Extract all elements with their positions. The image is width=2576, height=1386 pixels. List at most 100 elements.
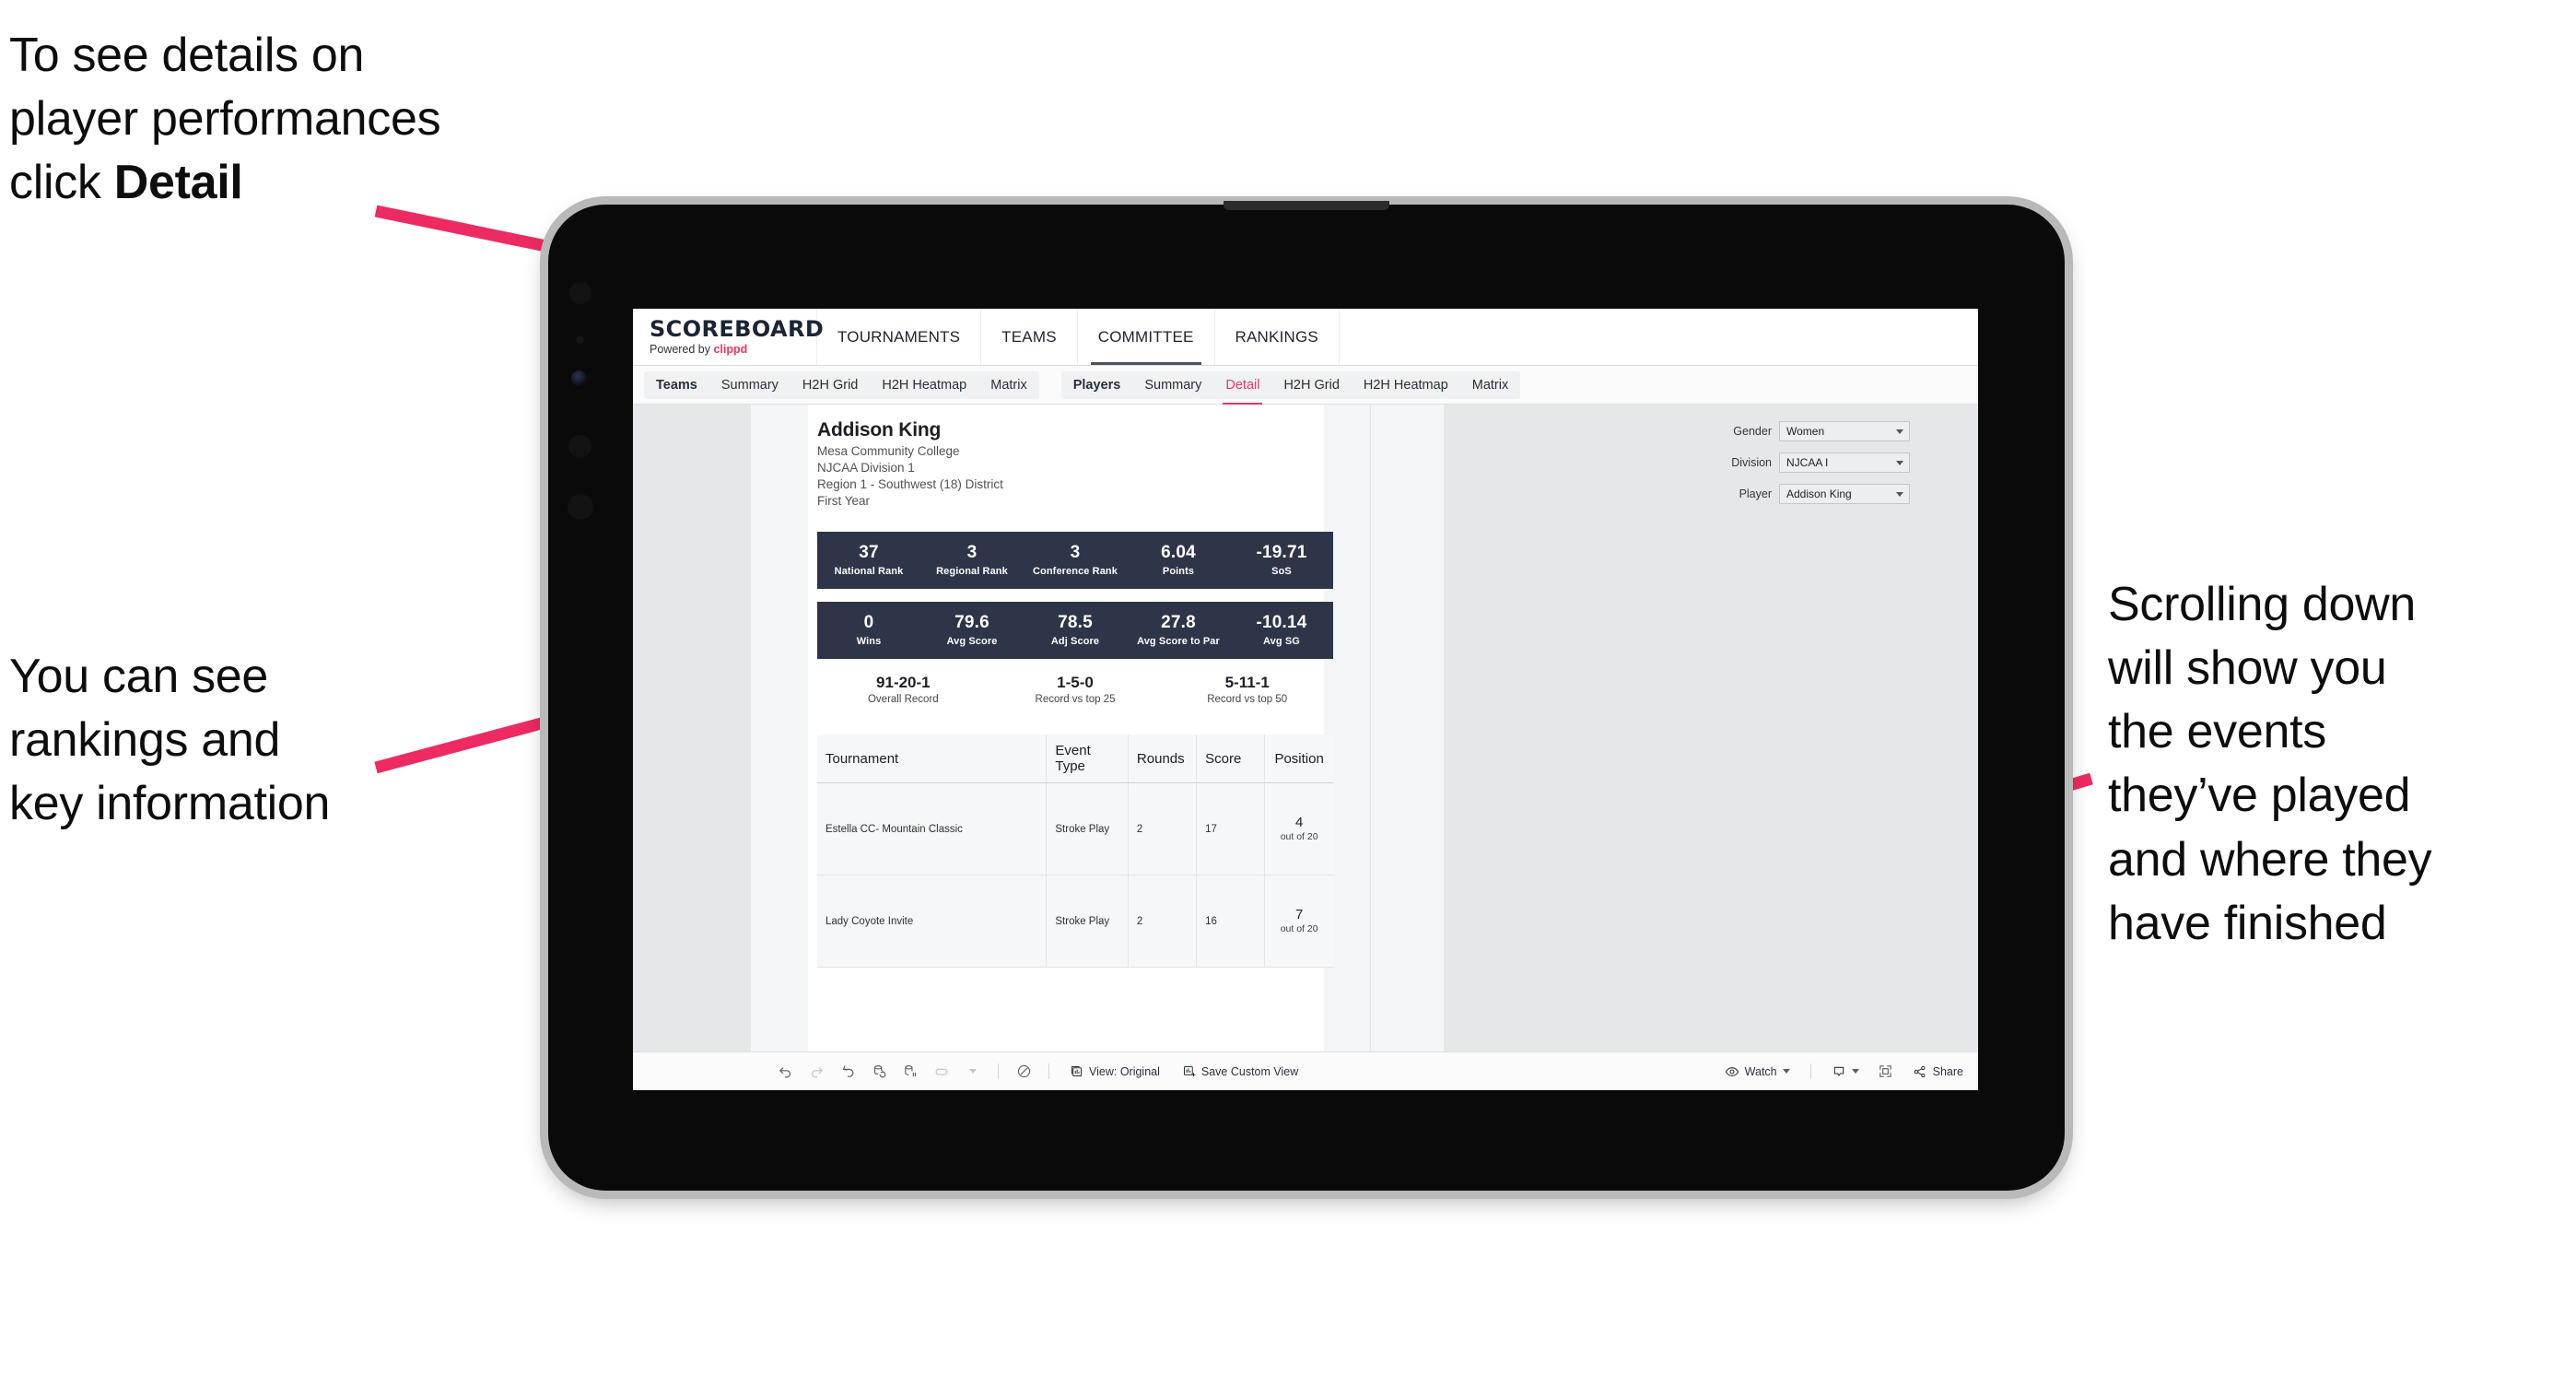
fullscreen-button[interactable]: [1870, 1060, 1902, 1084]
cell-position-number: 7: [1294, 907, 1304, 923]
annotation-top-left-bold: Detail: [113, 156, 243, 210]
topnav-teams[interactable]: TEAMS: [981, 309, 1078, 365]
custom-views-icon[interactable]: [926, 1060, 957, 1084]
filter-division-select[interactable]: NJCAA I: [1779, 452, 1910, 473]
topnav-teams-label: TEAMS: [1001, 327, 1057, 346]
stat-avg-score-to-par-label: Avg Score to Par: [1137, 635, 1220, 647]
subtab-teams[interactable]: Teams: [644, 371, 709, 399]
stat-conference-rank: 3 Conference Rank: [1024, 544, 1127, 577]
stats-row-rankings: 37 National Rank 3 Regional Rank 3 Confe…: [817, 532, 1333, 589]
view-original-button[interactable]: View: Original: [1059, 1064, 1171, 1078]
record-top25-label: Record vs top 25: [1035, 694, 1116, 705]
topnav-rankings[interactable]: RANKINGS: [1215, 309, 1340, 365]
stat-adj-score-label: Adj Score: [1050, 635, 1100, 647]
cell-score: 16: [1196, 875, 1266, 968]
stat-national-rank-value: 37: [859, 543, 879, 563]
download-icon: [1833, 1066, 1844, 1076]
view-original-label: View: Original: [1089, 1064, 1160, 1078]
top-brand-bar: SCOREBOARD Powered by clippd TOURNAMENTS…: [633, 309, 1978, 366]
filter-player-select[interactable]: Addison King: [1779, 484, 1910, 504]
topnav-committee[interactable]: COMMITTEE: [1078, 309, 1215, 365]
pause-auto-updates-icon[interactable]: [895, 1060, 926, 1084]
record-top25: 1-5-0 Record vs top 25: [989, 674, 1162, 705]
share-label: Share: [1932, 1064, 1963, 1078]
dashboard-right-pane: [1370, 405, 1444, 1053]
table-row[interactable]: Estella CC- Mountain Classic Stroke Play…: [817, 782, 1333, 875]
watch-label: Watch: [1744, 1064, 1777, 1078]
record-overall-label: Overall Record: [867, 694, 939, 705]
revert-icon[interactable]: [832, 1060, 863, 1084]
camera-lens-icon: [571, 370, 587, 386]
toolbar-divider-3: [1809, 1063, 1811, 1079]
watch-button[interactable]: Watch: [1714, 1064, 1801, 1079]
records-row: 91-20-1 Overall Record 1-5-0 Record vs t…: [817, 674, 1333, 705]
filter-gender-select[interactable]: Women: [1779, 421, 1910, 441]
cell-position: 4 out of 20: [1264, 782, 1333, 875]
filter-player: Player Addison King: [1698, 484, 1910, 504]
subtab-teams-h2h-heatmap[interactable]: H2H Heatmap: [870, 371, 978, 399]
cell-tournament: Lady Coyote Invite: [817, 875, 1048, 968]
subtab-players-h2h-heatmap[interactable]: H2H Heatmap: [1352, 371, 1460, 399]
powered-by-text: Powered by: [650, 343, 714, 357]
fullscreen-icon: [1879, 1065, 1891, 1077]
cell-event-type: Stroke Play: [1046, 782, 1129, 875]
stat-adj-score-value: 78.5: [1058, 613, 1093, 633]
redo-icon[interactable]: [801, 1060, 832, 1084]
stat-avg-score-label: Avg Score: [946, 635, 998, 647]
annotation-right: Scrolling down will show you the events …: [2108, 578, 2432, 950]
refresh-data-icon[interactable]: [863, 1060, 895, 1084]
stat-conference-rank-value: 3: [1070, 543, 1081, 563]
subtab-players-matrix[interactable]: Matrix: [1460, 371, 1520, 399]
subtab-teams-matrix[interactable]: Matrix: [978, 371, 1038, 399]
subtab-players-summary[interactable]: Summary: [1132, 371, 1213, 399]
topnav-tournaments[interactable]: TOURNAMENTS: [817, 309, 982, 365]
subtab-teams-h2h-grid[interactable]: H2H Grid: [790, 371, 870, 399]
stat-wins-label: Wins: [856, 635, 882, 647]
stat-avg-score-to-par: 27.8 Avg Score to Par: [1127, 614, 1230, 647]
col-score[interactable]: Score: [1196, 734, 1266, 783]
share-button[interactable]: Share: [1902, 1064, 1978, 1079]
view-icon: [1071, 1066, 1082, 1076]
chevron-down-icon: [1782, 1069, 1790, 1074]
subtab-teams-summary[interactable]: Summary: [709, 371, 790, 399]
stat-national-rank-label: National Rank: [834, 565, 904, 577]
chevron-down-icon: [1896, 491, 1903, 497]
stat-regional-rank-label: Regional Rank: [936, 565, 1008, 577]
record-top50: 5-11-1 Record vs top 50: [1161, 674, 1333, 705]
subtab-players-h2h-grid[interactable]: H2H Grid: [1271, 371, 1351, 399]
clippd-brand-text: clippd: [713, 343, 748, 357]
subtab-players-detail[interactable]: Detail: [1213, 371, 1271, 405]
stat-adj-score: 78.5 Adj Score: [1024, 614, 1127, 647]
save-custom-view-button[interactable]: Save Custom View: [1171, 1064, 1309, 1078]
front-camera-icon: [569, 282, 591, 304]
col-tournament[interactable]: Tournament: [817, 734, 1048, 783]
filter-player-label: Player: [1739, 487, 1772, 500]
record-top50-label: Record vs top 50: [1207, 694, 1288, 705]
download-button[interactable]: [1821, 1064, 1870, 1079]
table-row[interactable]: Lady Coyote Invite Stroke Play 2 16 7 ou…: [817, 875, 1333, 968]
stat-avg-sg: -10.14 Avg SG: [1230, 614, 1333, 647]
stats-row-scoring: 0 Wins 79.6 Avg Score 78.5 Adj Score 27.…: [817, 602, 1333, 659]
device-preview-icon[interactable]: [1008, 1060, 1039, 1084]
stat-avg-score-value: 79.6: [954, 613, 989, 633]
col-position[interactable]: Position: [1264, 734, 1333, 783]
col-event-type[interactable]: Event Type: [1046, 734, 1129, 783]
player-region: Region 1 - Southwest (18) District: [817, 477, 1003, 491]
scoreboard-logo[interactable]: SCOREBOARD Powered by clippd: [633, 309, 824, 365]
stat-avg-score: 79.6 Avg Score: [920, 614, 1024, 647]
stat-sos: -19.71 SoS: [1230, 544, 1333, 577]
filter-gender: Gender Women: [1698, 421, 1910, 441]
filter-division: Division NJCAA I: [1698, 452, 1910, 473]
chevron-down-icon: [1896, 460, 1903, 465]
col-rounds[interactable]: Rounds: [1128, 734, 1198, 783]
chevron-down-icon: [1896, 429, 1903, 434]
record-top50-value: 5-11-1: [1224, 674, 1270, 691]
cell-position-outof: out of 20: [1280, 922, 1318, 934]
topnav-committee-label: COMMITTEE: [1097, 327, 1194, 346]
dashboard-body: Addison King Mesa Community College NJCA…: [633, 405, 1978, 1090]
subtab-players[interactable]: Players: [1061, 371, 1133, 399]
save-view-icon: [1183, 1066, 1196, 1077]
undo-icon[interactable]: [769, 1060, 801, 1084]
custom-views-caret-icon[interactable]: [957, 1060, 989, 1084]
players-tab-group: Players Summary Detail H2H Grid H2H Heat…: [1060, 370, 1521, 405]
